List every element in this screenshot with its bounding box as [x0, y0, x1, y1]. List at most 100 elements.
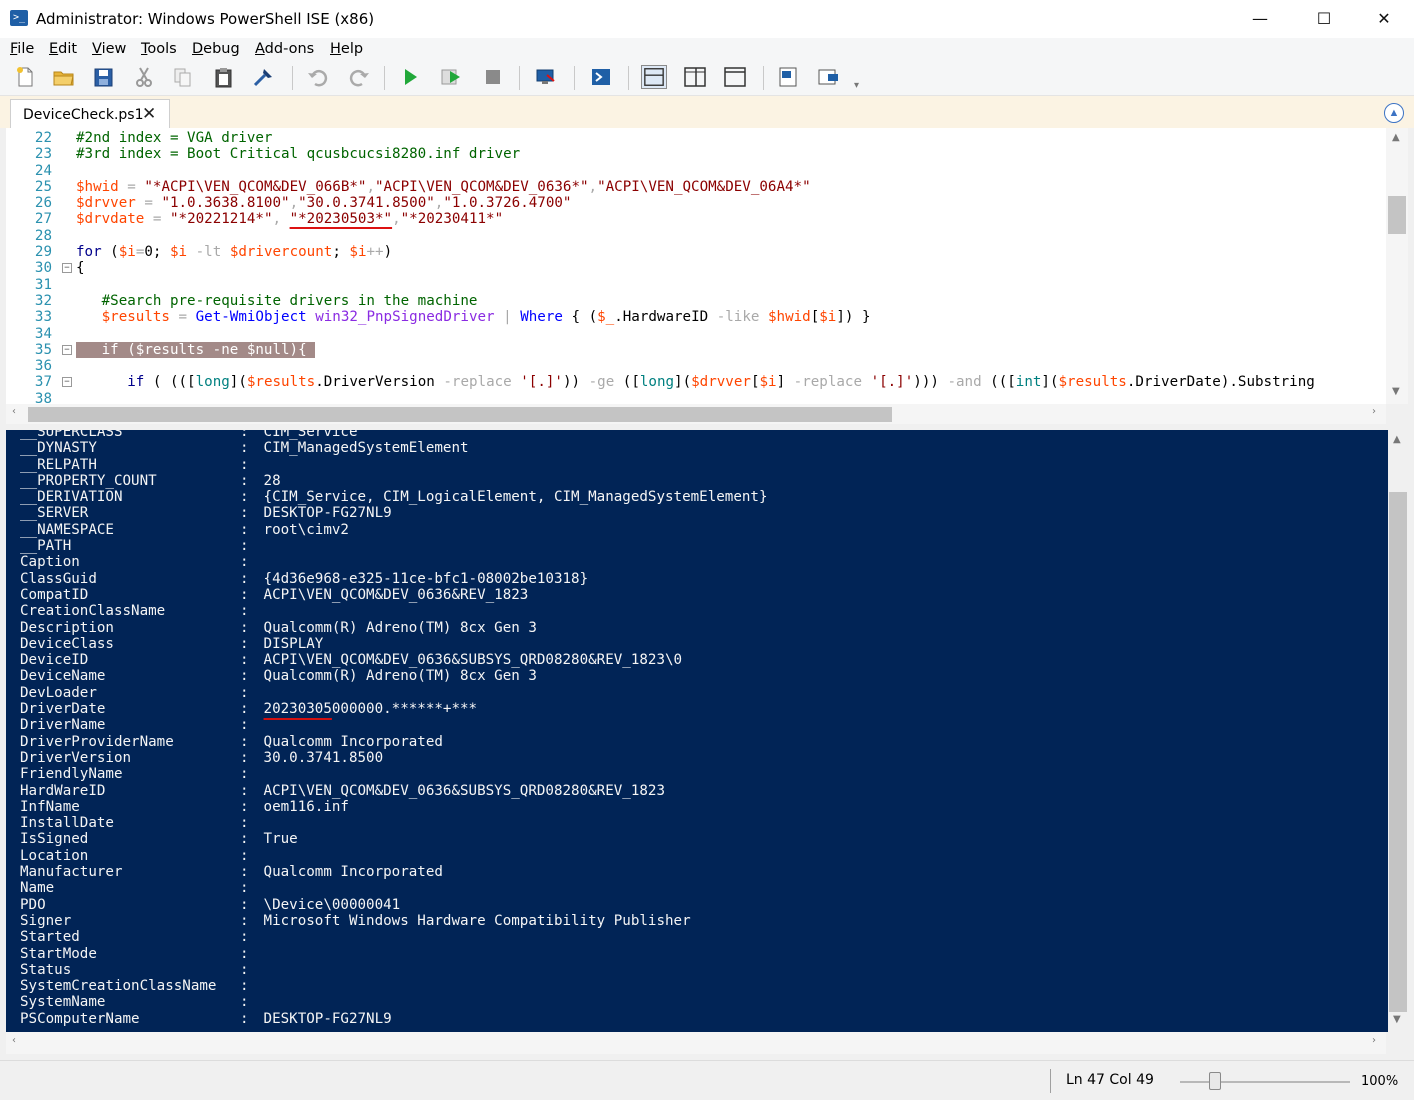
code-line[interactable]: 27 $drvdate = "*20221214*", "*20230503*"… — [6, 211, 1315, 227]
close-tab-icon[interactable]: ✕ — [142, 104, 156, 124]
close-window-button[interactable]: ✕ — [1361, 0, 1407, 38]
code-line[interactable]: 23 #3rd index = Boot Critical qcusbcucsi… — [6, 146, 1315, 162]
zoom-slider-track[interactable] — [1180, 1081, 1350, 1083]
copy-icon[interactable] — [170, 65, 196, 89]
show-script-maximized-icon[interactable] — [722, 65, 748, 89]
console-pane[interactable]: __SUPERCLASS: CIM_Service __DYNASTY: CIM_… — [6, 430, 1388, 1032]
menu-file[interactable]: File — [10, 41, 34, 57]
run-selection-icon[interactable] — [438, 65, 464, 89]
property-name: DriverDate — [20, 701, 106, 718]
scroll-up-arrow-icon[interactable]: ▲ — [1392, 132, 1400, 143]
line-number: 35 — [34, 341, 52, 358]
script-editor[interactable]: 22 #2nd index = VGA driver 23 #3rd index … — [6, 128, 1408, 404]
save-icon[interactable] — [91, 65, 117, 89]
code-line[interactable]: 24 — [6, 163, 1315, 179]
show-command-window-icon[interactable] — [776, 65, 802, 89]
script-code[interactable]: 22 #2nd index = VGA driver 23 #3rd index … — [6, 130, 1315, 404]
property-value: Qualcomm Incorporated — [263, 864, 443, 881]
maximize-button[interactable]: ☐ — [1301, 0, 1347, 38]
code-line[interactable]: 32 #Search pre-requisite drivers in the … — [6, 293, 1315, 309]
console-row: Status: — [20, 962, 768, 978]
stop-operation-icon[interactable] — [480, 65, 506, 89]
code-line[interactable]: 37 − if ( (([long]($results.DriverVersio… — [6, 374, 1315, 390]
toolbar-overflow-chevron-icon[interactable]: ▾ — [854, 80, 859, 91]
powershell-app-icon: >_ — [10, 10, 28, 26]
property-name: __DERIVATION — [20, 489, 123, 506]
console-vertical-scrollbar[interactable]: ▲ ▼ — [1388, 430, 1408, 1032]
scroll-left-arrow-icon[interactable]: ‹ — [12, 406, 16, 417]
show-command-addon-icon[interactable] — [816, 65, 842, 89]
open-folder-icon[interactable] — [51, 65, 77, 89]
toolbar-separator — [292, 66, 293, 90]
run-script-icon[interactable] — [397, 65, 423, 89]
menu-edit[interactable]: Edit — [49, 41, 77, 57]
fold-toggle-icon[interactable]: − — [62, 344, 72, 355]
console-row: ClassGuid: {4d36e968-e325-11ce-bfc1-0800… — [20, 571, 768, 587]
menu-view[interactable]: View — [92, 41, 126, 57]
code-line[interactable]: 22 #2nd index = VGA driver — [6, 130, 1315, 146]
property-value: DESKTOP-FG27NL9 — [263, 1010, 392, 1027]
title-bar: >_ Administrator: Windows PowerShell ISE… — [0, 0, 1414, 38]
editor-vertical-scrollbar[interactable]: ▲ ▼ — [1386, 128, 1408, 404]
code-line[interactable]: 35 − if ($results -ne $null){ — [6, 341, 1315, 358]
toolbar-separator — [384, 66, 385, 90]
scroll-down-arrow-icon[interactable]: ▼ — [1392, 386, 1400, 397]
show-script-right-icon[interactable] — [682, 65, 708, 89]
property-value: Qualcomm Incorporated — [263, 733, 443, 750]
console-horizontal-scrollbar[interactable]: ‹ › — [6, 1032, 1386, 1054]
collapse-script-pane-icon[interactable]: ▲ — [1384, 103, 1404, 123]
code-line[interactable]: 34 — [6, 326, 1315, 342]
fold-toggle-icon[interactable]: − — [62, 263, 72, 274]
console-row: Description: Qualcomm(R) Adreno(TM) 8cx … — [20, 620, 768, 636]
property-name: DeviceID — [20, 652, 89, 669]
clear-console-icon[interactable] — [251, 65, 277, 89]
code-line[interactable]: 29 for ($i=0; $i -lt $drivercount; $i++) — [6, 244, 1315, 260]
remote-powershell-icon[interactable] — [533, 65, 559, 89]
start-powershell-icon[interactable] — [588, 65, 614, 89]
code-line[interactable]: 25 $hwid = "*ACPI\VEN_QCOM&DEV_066B*","A… — [6, 179, 1315, 195]
scroll-left-arrow-icon[interactable]: ‹ — [12, 1035, 16, 1046]
property-colon: : — [240, 521, 249, 538]
console-row: SystemCreationClassName: — [20, 978, 768, 994]
menu-debug[interactable]: Debug — [192, 41, 240, 57]
code-line[interactable]: 28 — [6, 228, 1315, 244]
show-script-top-icon[interactable] — [641, 65, 667, 89]
property-colon: : — [240, 635, 249, 652]
scroll-thumb[interactable] — [28, 407, 892, 422]
property-name: Status — [20, 961, 72, 978]
code-line[interactable]: 33 $results = Get-WmiObject win32_PnpSig… — [6, 309, 1315, 325]
cut-icon[interactable] — [131, 65, 157, 89]
menu-help[interactable]: Help — [330, 41, 363, 57]
scroll-down-arrow-icon[interactable]: ▼ — [1393, 1014, 1401, 1025]
scroll-thumb[interactable] — [1388, 196, 1406, 234]
scroll-thumb[interactable] — [1389, 492, 1407, 1012]
scroll-right-arrow-icon[interactable]: › — [1372, 1035, 1376, 1046]
new-file-icon[interactable] — [12, 65, 38, 89]
property-value: True — [263, 831, 298, 848]
property-name: Signer — [20, 912, 72, 929]
code-line[interactable]: 38 — [6, 391, 1315, 404]
property-name: DevLoader — [20, 684, 97, 701]
code-line[interactable]: 30 −{ — [6, 260, 1315, 276]
undo-icon[interactable] — [305, 65, 331, 89]
scroll-right-arrow-icon[interactable]: › — [1372, 406, 1376, 417]
line-number: 37 — [34, 374, 52, 391]
toolbar: ▾ — [0, 60, 1414, 96]
menu-tools[interactable]: Tools — [141, 41, 177, 57]
scroll-up-arrow-icon[interactable]: ▲ — [1393, 434, 1401, 445]
redo-icon[interactable] — [346, 65, 372, 89]
console-row: CreationClassName: — [20, 603, 768, 619]
code-line[interactable]: 31 — [6, 277, 1315, 293]
console-row: PSComputerName: DESKTOP-FG27NL9 — [20, 1011, 768, 1027]
paste-icon[interactable] — [211, 65, 237, 89]
menu-add-ons[interactable]: Add-ons — [255, 41, 314, 57]
property-colon: : — [240, 717, 249, 734]
zoom-slider-thumb[interactable] — [1209, 1072, 1221, 1090]
code-line[interactable]: 36 — [6, 358, 1315, 374]
property-value: oem116.inf — [263, 798, 349, 815]
editor-horizontal-scrollbar[interactable]: ‹ › — [6, 404, 1386, 424]
code-line[interactable]: 26 $drvver = "1.0.3638.8100","30.0.3741.… — [6, 195, 1315, 211]
minimize-button[interactable]: — — [1237, 0, 1283, 38]
tab-devicecheck[interactable]: DeviceCheck.ps1 ✕ — [10, 99, 170, 128]
fold-toggle-icon[interactable]: − — [62, 377, 72, 388]
